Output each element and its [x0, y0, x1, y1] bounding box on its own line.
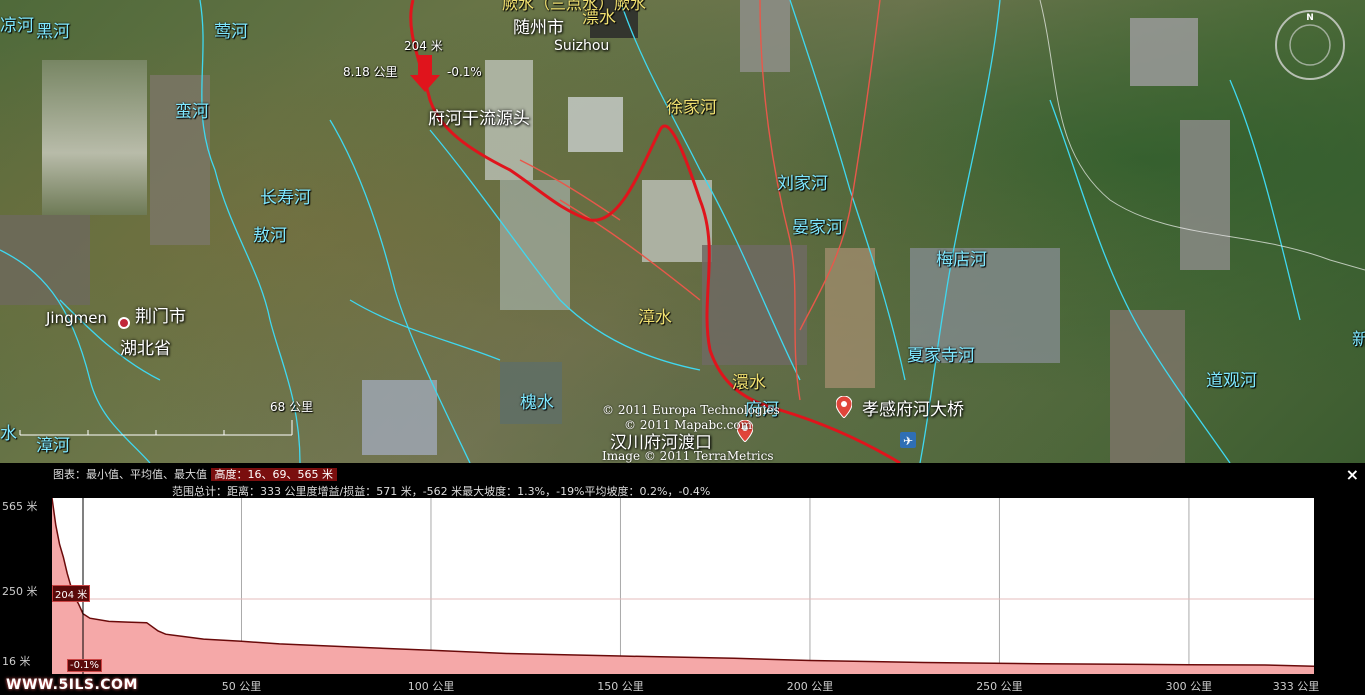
scale-label: 68 公里: [270, 400, 314, 414]
y-tick-label: 565 米: [2, 500, 38, 513]
watermark-logo: WWW.5ILS.COM: [6, 677, 138, 693]
river-label: 晏家河: [792, 218, 843, 238]
copyright-line: © 2011 Mapabc.com: [624, 418, 752, 432]
elevation-stats-highlight[interactable]: 高度：16、69、565 米: [210, 468, 337, 481]
cursor-grade-readout: -0.1%: [447, 65, 482, 79]
copyright-line: Image © 2011 TerraMetrics: [602, 449, 774, 463]
city-dot-icon: [118, 317, 130, 329]
river-label: 漳水: [638, 308, 672, 328]
province-label: 湖北省: [120, 339, 171, 359]
copyright-line: © 2011 Europa Technologies: [602, 403, 780, 417]
river-network: [0, 0, 1301, 463]
x-tick-label: 300 公里: [1165, 680, 1213, 693]
bridge-label: 孝感府河大桥: [862, 400, 964, 420]
x-tick-label: 200 公里: [786, 680, 834, 693]
placemark-pin-icon[interactable]: [836, 396, 852, 418]
river-label: 黑河: [36, 22, 70, 42]
river-label: 澴水: [732, 373, 766, 393]
profile-header-line1: 图表：最小值、平均值、最大值 高度：16、69、565 米: [53, 466, 337, 482]
compass-icon[interactable]: N: [1273, 8, 1347, 82]
x-tick-label: 100 公里: [407, 680, 455, 693]
source-label: 府河干流源头: [428, 109, 530, 129]
close-button[interactable]: ×: [1346, 465, 1359, 484]
profile-header-line2: 范围总计：距离：333 公里度增益/损益：571 米，-562 米最大坡度：1.…: [172, 485, 711, 498]
cursor-elevation-tag: 204 米: [52, 585, 91, 602]
map-view[interactable]: ✈ N 凉河 黑河 莺河 蛮河 长寿河 敖河 漳河 水 槐水 漂水 徐家河 刘家…: [0, 0, 1365, 463]
city-label-jingmen-cn: 荆门市: [135, 307, 186, 327]
scale-bar: [19, 420, 293, 436]
river-label: 夏家寺河: [907, 346, 975, 366]
river-label: 徐家河: [666, 98, 717, 118]
river-label: 水: [0, 424, 17, 444]
svg-text:N: N: [1306, 13, 1314, 23]
river-label: 新: [1352, 330, 1365, 350]
city-label-suizhou-cn: 随州市: [513, 18, 564, 38]
river-label: 凉河: [0, 16, 34, 36]
river-label: 蛮河: [175, 102, 209, 122]
river-label: 漳河: [36, 436, 70, 456]
city-label-suizhou-en: Suizhou: [554, 38, 610, 54]
elevation-profile-panel: 图表：最小值、平均值、最大值 高度：16、69、565 米 范围总计：距离：33…: [0, 463, 1365, 695]
river-label: 厥水（三点水）厥水: [502, 0, 647, 13]
x-tick-label: 50 公里: [221, 680, 262, 693]
x-tick-label: 250 公里: [976, 680, 1023, 693]
cursor-elevation-readout: 204 米: [404, 39, 443, 53]
river-label: 梅店河: [936, 250, 987, 270]
city-label-jingmen-en: Jingmen: [46, 309, 107, 327]
elevation-cursor-arrow: [410, 55, 440, 92]
svg-text:✈: ✈: [903, 434, 913, 448]
y-tick-label: 16 米: [2, 655, 31, 668]
elevation-chart[interactable]: [51, 497, 1315, 674]
river-label: 莺河: [214, 22, 248, 42]
cursor-distance-readout: 8.18 公里: [343, 65, 398, 79]
river-label: 道观河: [1206, 371, 1257, 391]
map-overlay: ✈: [0, 0, 1365, 463]
x-tick-label: 150 公里: [597, 680, 644, 693]
river-label: 刘家河: [777, 174, 828, 194]
stats-prefix: 图表：最小值、平均值、最大值: [53, 468, 207, 481]
x-tick-label: 333 公里: [1272, 680, 1320, 693]
river-label: 敖河: [253, 226, 287, 246]
cursor-grade-tag: -0.1%: [67, 659, 103, 672]
river-label: 长寿河: [260, 188, 311, 208]
y-tick-label: 250 米: [2, 585, 38, 598]
river-label: 槐水: [520, 393, 554, 413]
